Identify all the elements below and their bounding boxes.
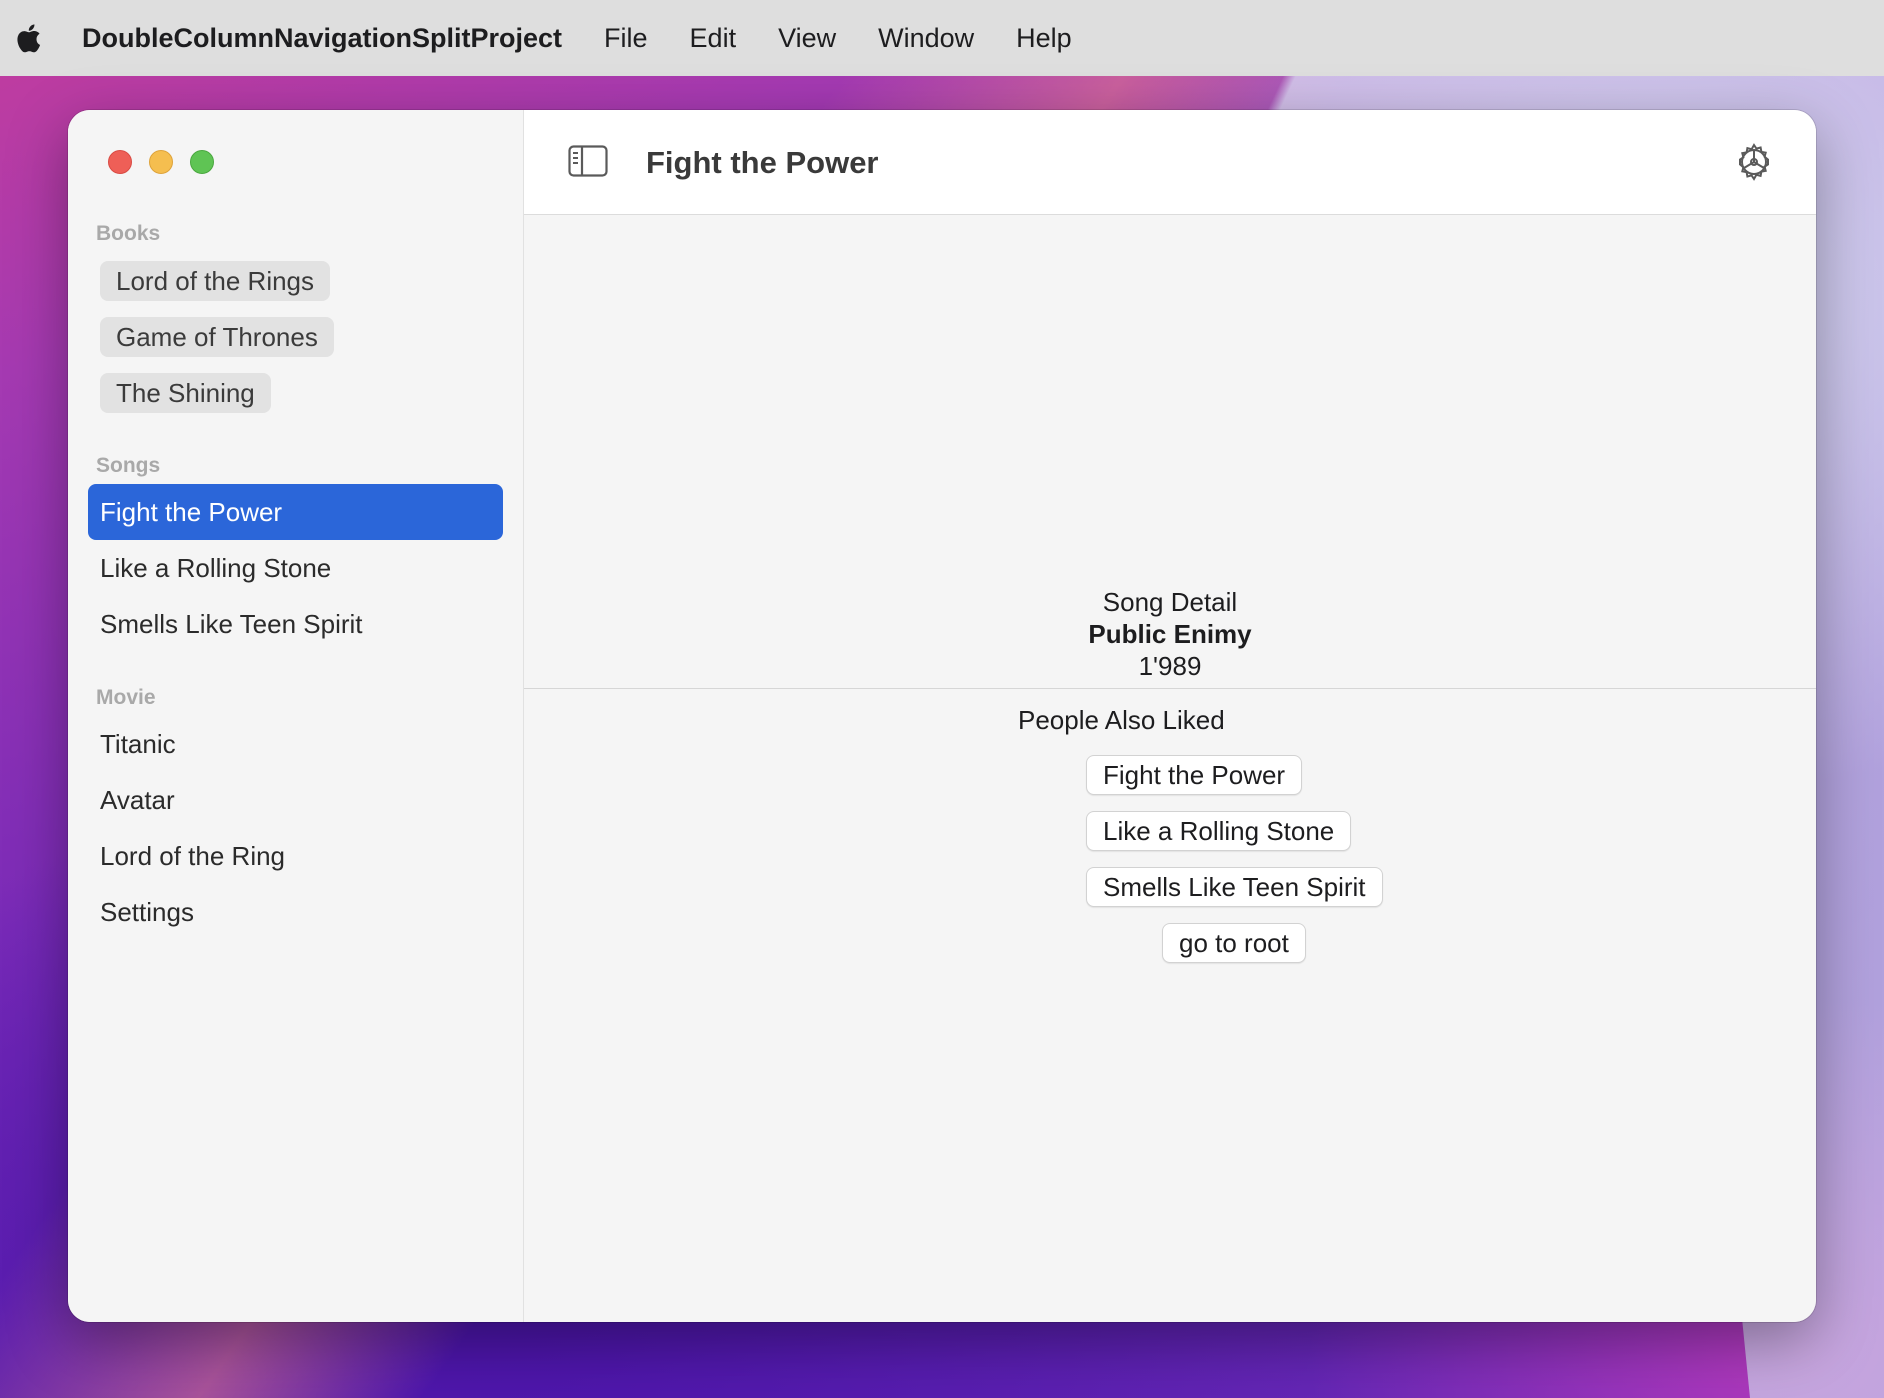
sidebar-item-the-shining[interactable]: The Shining xyxy=(100,373,271,413)
sidebar-item-smells-like-teen-spirit[interactable]: Smells Like Teen Spirit xyxy=(88,596,503,652)
section-title-movie: Movie xyxy=(96,686,156,709)
also-liked-like-a-rolling-stone-button[interactable]: Like a Rolling Stone xyxy=(1086,811,1352,851)
release-year: 1'989 xyxy=(1138,651,1202,681)
minimize-button[interactable] xyxy=(149,150,173,174)
menu-view[interactable]: View xyxy=(778,23,836,54)
song-detail-label: Song Detail xyxy=(1102,587,1238,617)
close-button[interactable] xyxy=(108,150,132,174)
sidebar-item-titanic[interactable]: Titanic xyxy=(88,716,503,772)
apple-icon[interactable] xyxy=(14,20,46,56)
sidebar-item-fight-the-power[interactable]: Fight the Power xyxy=(88,484,503,540)
sidebar: Books Lord of the Rings Game of Thrones … xyxy=(68,110,524,1322)
menu-window[interactable]: Window xyxy=(878,23,974,54)
menu-help[interactable]: Help xyxy=(1016,23,1072,54)
section-title-books: Books xyxy=(96,222,161,245)
detail-pane: Song Detail Public Enimy 1'989 People Al… xyxy=(524,215,1816,1322)
sidebar-item-lord-of-the-ring[interactable]: Lord of the Ring xyxy=(88,828,503,884)
zoom-button[interactable] xyxy=(190,150,214,174)
detail-toolbar: Fight the Power xyxy=(524,110,1816,215)
sidebar-item-settings[interactable]: Settings xyxy=(88,884,503,940)
section-title-songs: Songs xyxy=(96,454,161,477)
app-name-menu[interactable]: DoubleColumnNavigationSplitProject xyxy=(82,23,562,54)
menu-file[interactable]: File xyxy=(604,23,648,54)
sidebar-item-game-of-thrones[interactable]: Game of Thrones xyxy=(100,317,334,357)
page-title: Fight the Power xyxy=(646,145,879,180)
people-also-liked-heading: People Also Liked xyxy=(1018,705,1225,735)
also-liked-smells-like-teen-spirit-button[interactable]: Smells Like Teen Spirit xyxy=(1086,867,1383,907)
sidebar-item-avatar[interactable]: Avatar xyxy=(88,772,503,828)
menu-edit[interactable]: Edit xyxy=(690,23,737,54)
window-controls xyxy=(108,150,214,174)
gear-icon[interactable] xyxy=(1734,142,1774,182)
sidebar-item-like-a-rolling-stone[interactable]: Like a Rolling Stone xyxy=(88,540,503,596)
sidebar-item-lord-of-the-rings[interactable]: Lord of the Rings xyxy=(100,261,331,301)
artist-name: Public Enimy xyxy=(1088,619,1252,649)
also-liked-fight-the-power-button[interactable]: Fight the Power xyxy=(1086,755,1303,795)
app-window: Books Lord of the Rings Game of Thrones … xyxy=(68,110,1816,1322)
menu-bar: DoubleColumnNavigationSplitProject File … xyxy=(0,0,1884,76)
divider xyxy=(524,688,1816,689)
sidebar-toggle-icon[interactable] xyxy=(568,145,608,177)
go-to-root-button[interactable]: go to root xyxy=(1162,923,1306,963)
